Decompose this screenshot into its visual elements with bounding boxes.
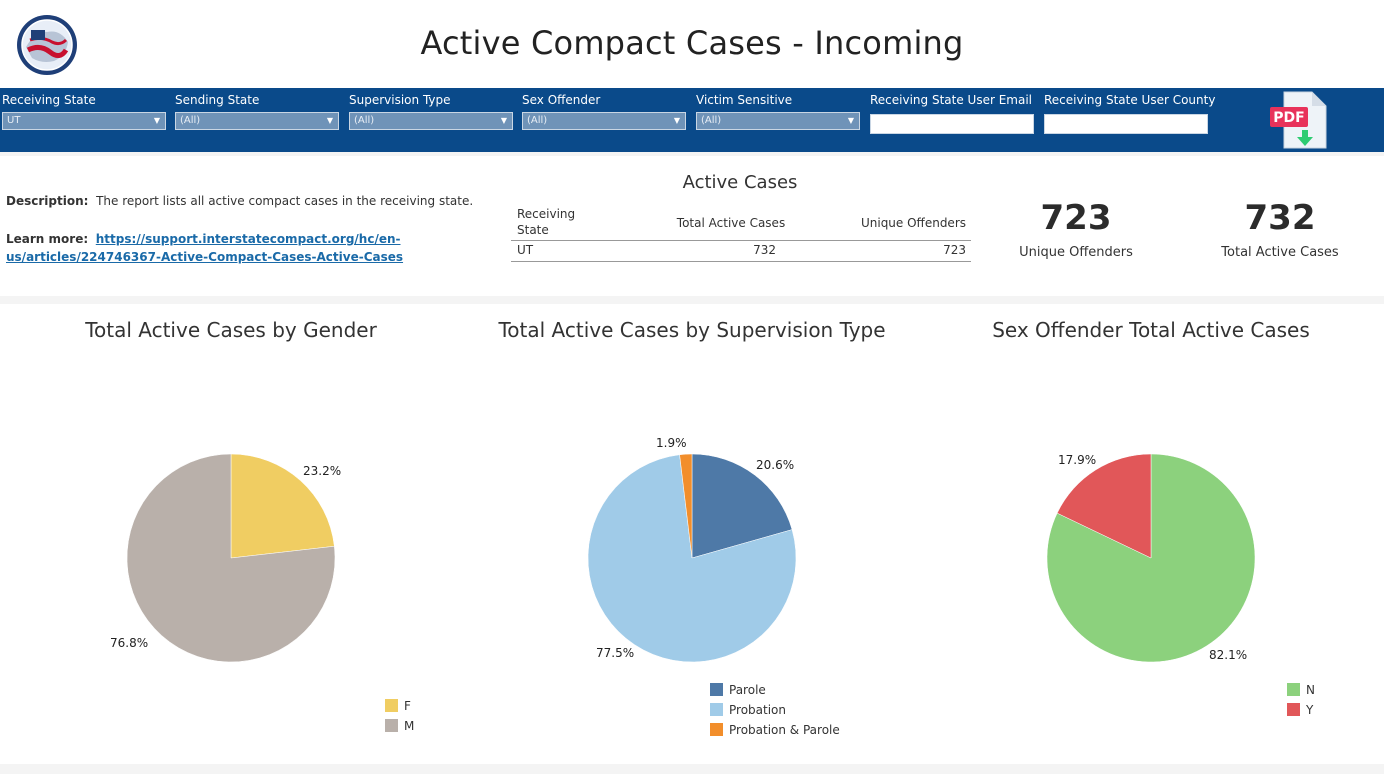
filter-label: Victim Sensitive xyxy=(696,93,793,107)
chevron-down-icon: ▼ xyxy=(326,116,333,125)
legend-label: Y xyxy=(1306,703,1314,717)
learn-more-label: Learn more: xyxy=(6,232,89,246)
legend-item-probation[interactable]: Probation xyxy=(710,702,786,718)
pie-chart-supervision-type xyxy=(587,453,797,663)
filter-victim-sensitive: Victim Sensitive (All) ▼ xyxy=(696,92,860,130)
legend-item-parole[interactable]: Parole xyxy=(710,682,766,698)
page-title: Active Compact Cases - Incoming xyxy=(420,24,964,62)
header: Active Compact Cases - Incoming xyxy=(0,0,1384,88)
legend-item-probation-parole[interactable]: Probation & Parole xyxy=(710,722,840,738)
active-cases-title: Active Cases xyxy=(682,172,798,193)
pie-chart-sex-offender xyxy=(1046,453,1256,663)
legend-swatch xyxy=(710,703,723,716)
legend-label: Probation & Parole xyxy=(729,723,840,737)
kpi-total-active-cases-value: 732 xyxy=(1244,198,1316,238)
table-cell: 732 xyxy=(753,243,776,257)
legend-label: M xyxy=(404,719,415,733)
legend-swatch xyxy=(385,719,398,732)
sending-state-dropdown[interactable]: (All) ▼ xyxy=(175,112,339,130)
selected-value: UT xyxy=(7,115,21,126)
description: Description: The report lists all active… xyxy=(6,194,473,208)
legend-swatch xyxy=(1287,703,1300,716)
filter-label: Sending State xyxy=(175,93,260,107)
description-text: The report lists all active compact case… xyxy=(96,194,474,208)
pie-label-f: 23.2% xyxy=(303,464,342,478)
selected-value: (All) xyxy=(180,115,201,126)
user-county-input[interactable] xyxy=(1044,114,1208,134)
description-label: Description: xyxy=(6,194,89,208)
legend-item-y[interactable]: Y xyxy=(1287,702,1313,718)
sex-offender-dropdown[interactable]: (All) ▼ xyxy=(522,112,686,130)
filter-bar: Receiving State UT ▼ Sending State (All)… xyxy=(0,88,1384,152)
table-cell: UT xyxy=(517,243,534,257)
chart-title-gender: Total Active Cases by Gender xyxy=(85,318,377,342)
kpi-unique-offenders-label: Unique Offenders xyxy=(1019,245,1133,260)
legend-item-f[interactable]: F xyxy=(385,698,411,714)
legend-label: Parole xyxy=(729,683,766,697)
victim-sensitive-dropdown[interactable]: (All) ▼ xyxy=(696,112,860,130)
legend-swatch xyxy=(710,723,723,736)
chart-title-sex-offender: Sex Offender Total Active Cases xyxy=(992,318,1310,342)
filter-label: Sex Offender xyxy=(522,93,601,107)
learn-more: Learn more: https://support.interstateco… xyxy=(6,230,486,266)
column-header: Receiving State xyxy=(517,207,576,237)
active-cases-table: Receiving State Total Active Cases Uniqu… xyxy=(511,206,971,262)
column-header: Unique Offenders xyxy=(860,216,966,230)
pie-label-probation: 77.5% xyxy=(596,646,635,660)
receiving-state-dropdown[interactable]: UT ▼ xyxy=(2,112,166,130)
legend-label: Probation xyxy=(729,703,786,717)
pie-label-n: 82.1% xyxy=(1209,648,1248,662)
pie-label-parole: 20.6% xyxy=(756,458,795,472)
chevron-down-icon: ▼ xyxy=(500,116,507,125)
filter-user-county: Receiving State User County xyxy=(1044,92,1216,134)
pie-label-probation-parole: 1.9% xyxy=(656,436,687,450)
filter-receiving-state: Receiving State UT ▼ xyxy=(2,92,166,130)
pdf-label: PDF xyxy=(1273,110,1304,126)
table-cell: 723 xyxy=(943,243,966,257)
filter-label: Supervision Type xyxy=(349,93,451,107)
pie-label-m: 76.8% xyxy=(110,636,149,650)
filter-sending-state: Sending State (All) ▼ xyxy=(175,92,339,130)
kpi-unique-offenders-value: 723 xyxy=(1040,198,1112,238)
chevron-down-icon: ▼ xyxy=(847,116,854,125)
selected-value: (All) xyxy=(527,115,548,126)
selected-value: (All) xyxy=(354,115,375,126)
column-header: Total Active Cases xyxy=(676,216,786,230)
filter-user-email: Receiving State User Email xyxy=(870,92,1034,134)
chevron-down-icon: ▼ xyxy=(673,116,680,125)
filter-label: Receiving State User Email xyxy=(870,93,1033,107)
filter-label: Receiving State xyxy=(2,93,96,107)
supervision-type-dropdown[interactable]: (All) ▼ xyxy=(349,112,513,130)
legend-swatch xyxy=(385,699,398,712)
filter-sex-offender: Sex Offender (All) ▼ xyxy=(522,92,686,130)
legend-item-n[interactable]: N xyxy=(1287,682,1315,698)
legend-swatch xyxy=(1287,683,1300,696)
table-row: UT 732 723 xyxy=(511,240,971,262)
legend-label: N xyxy=(1306,683,1315,697)
user-email-input[interactable] xyxy=(870,114,1034,134)
legend-swatch xyxy=(710,683,723,696)
table-header: Receiving State Total Active Cases Uniqu… xyxy=(511,206,971,240)
filter-supervision-type: Supervision Type (All) ▼ xyxy=(349,92,513,130)
kpi-total-active-cases-label: Total Active Cases xyxy=(1221,245,1339,260)
info-panel: Description: The report lists all active… xyxy=(0,156,1384,296)
filter-label: Receiving State User County xyxy=(1044,93,1216,107)
legend-item-m[interactable]: M xyxy=(385,718,414,734)
legend-label: F xyxy=(404,699,411,713)
chevron-down-icon: ▼ xyxy=(153,116,160,125)
selected-value: (All) xyxy=(701,115,722,126)
pie-chart-gender xyxy=(126,453,336,663)
charts-panel: Total Active Cases by Gender 23.2% 76.8%… xyxy=(0,304,1384,764)
pie-label-y: 17.9% xyxy=(1058,453,1097,467)
pdf-download-icon[interactable]: PDF xyxy=(1268,91,1330,149)
chart-title-supervision-type: Total Active Cases by Supervision Type xyxy=(498,318,886,342)
